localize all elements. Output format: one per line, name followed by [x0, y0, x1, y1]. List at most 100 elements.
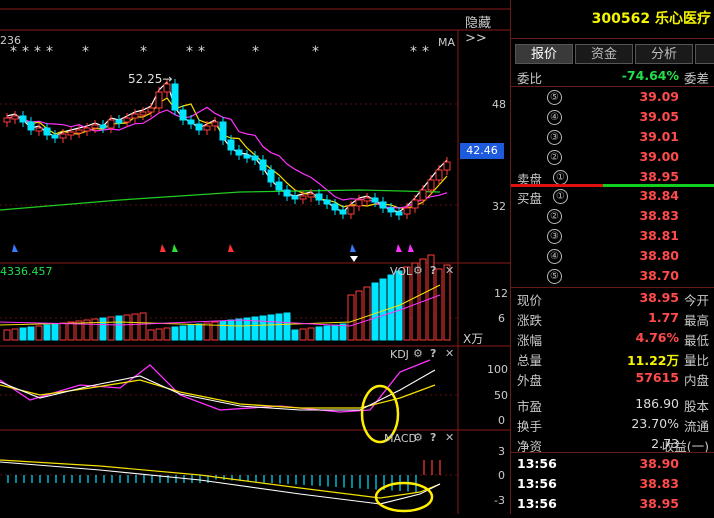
- hide-panel-button[interactable]: 隐藏>>: [465, 12, 510, 46]
- signal-star: *: [82, 44, 89, 60]
- candle-body: [27, 121, 35, 131]
- volume-bar: [203, 322, 211, 341]
- candle-body: [115, 119, 123, 124]
- buy-price: 38.84: [639, 188, 679, 203]
- candle-body: [219, 121, 227, 141]
- quote-value: 57615: [635, 370, 680, 385]
- vol-value-label: 4336.457: [0, 265, 53, 278]
- sell-order-row[interactable]: ④ 39.05: [511, 107, 714, 127]
- level-icon: ⑤: [547, 90, 562, 105]
- vol-help-icon[interactable]: ?: [430, 264, 436, 277]
- vol-y-tick-12: 12: [494, 287, 508, 300]
- quote-right-label: 今开: [683, 293, 709, 308]
- candle-body: [307, 193, 315, 198]
- buy-order-row[interactable]: ⑤ 38.70: [511, 266, 714, 286]
- quote-row: 涨幅 4.76% 最低: [511, 328, 714, 348]
- kdj-close-icon[interactable]: ✕: [445, 347, 454, 360]
- signal-marker: [160, 244, 166, 252]
- quote-row: 净资 2.73 收益(一): [511, 434, 714, 454]
- tick-time: 13:56: [517, 496, 557, 511]
- quote-value: 11.22万: [626, 353, 679, 368]
- candle-body: [99, 124, 107, 129]
- volume-bar: [187, 324, 195, 341]
- candle-body: [187, 119, 195, 125]
- ma-line-yellow: [6, 97, 448, 209]
- weibi-value: -74.64%: [621, 68, 679, 83]
- volume-bar: [435, 268, 443, 341]
- level-icon: ①: [553, 170, 568, 185]
- stock-title: 300562 乐心医疗: [511, 8, 711, 28]
- signal-marker: [396, 244, 402, 252]
- buy-price: 38.83: [639, 208, 679, 223]
- volume-bar: [19, 327, 27, 341]
- sell-order-row[interactable]: ⑤ 39.09: [511, 87, 714, 107]
- level-icon: ①: [553, 189, 568, 204]
- buy-order-row[interactable]: ③ 38.81: [511, 226, 714, 246]
- volume-bar: [267, 314, 275, 341]
- volume-bar: [147, 329, 155, 341]
- tick-price: 38.83: [639, 476, 679, 491]
- volume-bar: [3, 329, 11, 341]
- volume-bar: [35, 325, 43, 341]
- vol-y-tick-6: 6: [498, 312, 505, 325]
- quote-label: 外盘: [517, 373, 543, 388]
- volume-bar: [371, 282, 379, 341]
- kdj-y-tick-0: 0: [498, 414, 505, 427]
- candle-body: [331, 203, 339, 211]
- quote-value: 186.90: [635, 396, 679, 411]
- candle-body: [211, 121, 219, 127]
- macd-help-icon[interactable]: ?: [430, 431, 436, 444]
- sell-price: 38.95: [639, 169, 679, 184]
- tick-row[interactable]: 13:56 38.83: [511, 474, 714, 494]
- candle-body: [259, 159, 267, 171]
- weibi-row: 委比 -74.64% 委差: [511, 66, 714, 86]
- volume-bar: [323, 325, 331, 341]
- vol-settings-icon[interactable]: ⚙: [413, 264, 423, 277]
- macd-dea-line: [0, 459, 441, 499]
- vol-close-icon[interactable]: ✕: [445, 264, 454, 277]
- tab-more[interactable]: [695, 44, 714, 64]
- volume-bar: [11, 328, 19, 341]
- stock-name: 乐心医疗: [655, 11, 711, 27]
- tick-row[interactable]: 13:56 38.90: [511, 454, 714, 474]
- volume-bar: [219, 320, 227, 341]
- volume-bar: [363, 286, 371, 341]
- candle-body: [67, 131, 75, 136]
- volume-bar: [299, 328, 307, 341]
- tick-row[interactable]: 13:56 38.95: [511, 494, 714, 514]
- macd-close-icon[interactable]: ✕: [445, 431, 454, 444]
- signal-star: *: [198, 44, 205, 60]
- sell-order-row[interactable]: ③ 39.01: [511, 127, 714, 147]
- kdj-help-icon[interactable]: ?: [430, 347, 436, 360]
- candle-body: [227, 139, 235, 151]
- tick-price: 38.95: [639, 496, 679, 511]
- candle-body: [275, 181, 283, 191]
- quote-label: 换手: [517, 419, 543, 434]
- kdj-settings-icon[interactable]: ⚙: [413, 347, 423, 360]
- candle-body: [323, 199, 331, 205]
- tab-capital[interactable]: 资金: [575, 44, 633, 64]
- quote-label: 总量: [517, 353, 543, 368]
- volume-bar: [51, 323, 59, 341]
- buy-order-row[interactable]: ④ 38.80: [511, 246, 714, 266]
- signal-marker: [350, 244, 356, 252]
- volume-bar: [139, 312, 147, 341]
- tab-quote[interactable]: 报价: [515, 44, 573, 64]
- tab-analysis[interactable]: 分析: [635, 44, 693, 64]
- quote-label: 现价: [517, 293, 543, 308]
- signal-star: *: [140, 44, 147, 60]
- buy-order-row[interactable]: ② 38.83: [511, 206, 714, 226]
- candle-body: [147, 107, 155, 113]
- kdj-y-tick-50: 50: [494, 389, 508, 402]
- kline-chart-area[interactable]: 隐藏>> 236 MA * * * * * * * * * * * * 52.25→ 48 42.46…: [0, 0, 510, 514]
- volume-bar: [131, 313, 139, 341]
- macd-settings-icon[interactable]: ⚙: [413, 431, 423, 444]
- sell-price: 39.00: [639, 149, 679, 164]
- candle-body: [347, 205, 355, 215]
- buy-price: 38.70: [639, 268, 679, 283]
- peak-price-label: 52.25→: [128, 72, 173, 86]
- sell-price: 39.05: [639, 109, 679, 124]
- buy-order-row[interactable]: 买盘 ① 38.84: [511, 186, 714, 206]
- sell-order-row[interactable]: ② 39.00: [511, 147, 714, 167]
- volume-bar: [155, 328, 163, 341]
